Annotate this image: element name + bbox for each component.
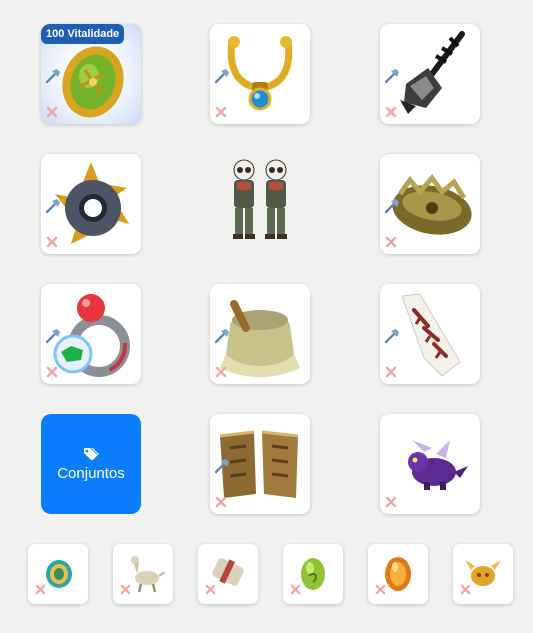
dofus-slot-1[interactable] — [28, 544, 88, 604]
remove-x-icon[interactable] — [46, 106, 58, 118]
modify-hammer-icon[interactable] — [45, 68, 61, 84]
modify-hammer-icon[interactable] — [384, 198, 400, 214]
trophy-icon — [465, 560, 501, 586]
dofus-amber-icon — [385, 557, 411, 591]
modify-hammer-icon[interactable] — [45, 328, 61, 344]
ring-right-slot[interactable] — [41, 284, 141, 384]
modify-hammer-icon[interactable] — [384, 328, 400, 344]
remove-x-icon[interactable] — [215, 496, 227, 508]
shield-slot[interactable] — [380, 154, 480, 254]
modify-hammer-icon[interactable] — [214, 458, 230, 474]
sets-button-label: Conjuntos — [57, 464, 125, 482]
remove-x-icon[interactable] — [385, 236, 397, 248]
dofus-slot-4[interactable] — [283, 544, 343, 604]
modify-hammer-icon[interactable] — [214, 328, 230, 344]
weapon-slot[interactable] — [380, 24, 480, 124]
remove-x-icon[interactable] — [215, 366, 227, 378]
remove-x-icon[interactable] — [46, 236, 58, 248]
scroll-icon — [212, 558, 244, 586]
dofus-slot-6[interactable] — [453, 544, 513, 604]
modify-hammer-icon[interactable] — [214, 68, 230, 84]
dofus-slot-5[interactable] — [368, 544, 428, 604]
amulet-slot[interactable]: 100 Vitalidade — [41, 24, 141, 124]
ring-left-slot[interactable] — [41, 154, 141, 254]
boots-slot[interactable] — [210, 414, 310, 514]
remove-x-icon[interactable] — [460, 584, 471, 595]
tag-icon — [84, 447, 99, 460]
remove-x-icon[interactable] — [385, 496, 397, 508]
modify-hammer-icon[interactable] — [384, 68, 400, 84]
remove-x-icon[interactable] — [290, 584, 301, 595]
mount-icon — [131, 556, 166, 593]
character-portrait-icon — [233, 159, 287, 239]
sets-button[interactable]: Conjuntos — [41, 414, 141, 514]
modify-hammer-icon[interactable] — [45, 198, 61, 214]
dofus-turquoise-icon — [46, 560, 72, 588]
remove-x-icon[interactable] — [120, 584, 131, 595]
remove-x-icon[interactable] — [35, 584, 46, 595]
remove-x-icon[interactable] — [215, 106, 227, 118]
hat-slot[interactable] — [210, 284, 310, 384]
remove-x-icon[interactable] — [375, 584, 386, 595]
cape-slot[interactable] — [380, 284, 480, 384]
stat-badge: 100 Vitalidade — [41, 24, 125, 44]
remove-x-icon[interactable] — [205, 584, 216, 595]
dofus-slot-2[interactable] — [113, 544, 173, 604]
dofus-emerald-icon — [301, 558, 325, 590]
necklace-slot[interactable] — [210, 24, 310, 124]
pet-slot[interactable] — [380, 414, 480, 514]
remove-x-icon[interactable] — [385, 106, 397, 118]
dofus-slot-3[interactable] — [198, 544, 258, 604]
remove-x-icon[interactable] — [46, 366, 58, 378]
character-portrait — [210, 150, 310, 250]
remove-x-icon[interactable] — [385, 366, 397, 378]
